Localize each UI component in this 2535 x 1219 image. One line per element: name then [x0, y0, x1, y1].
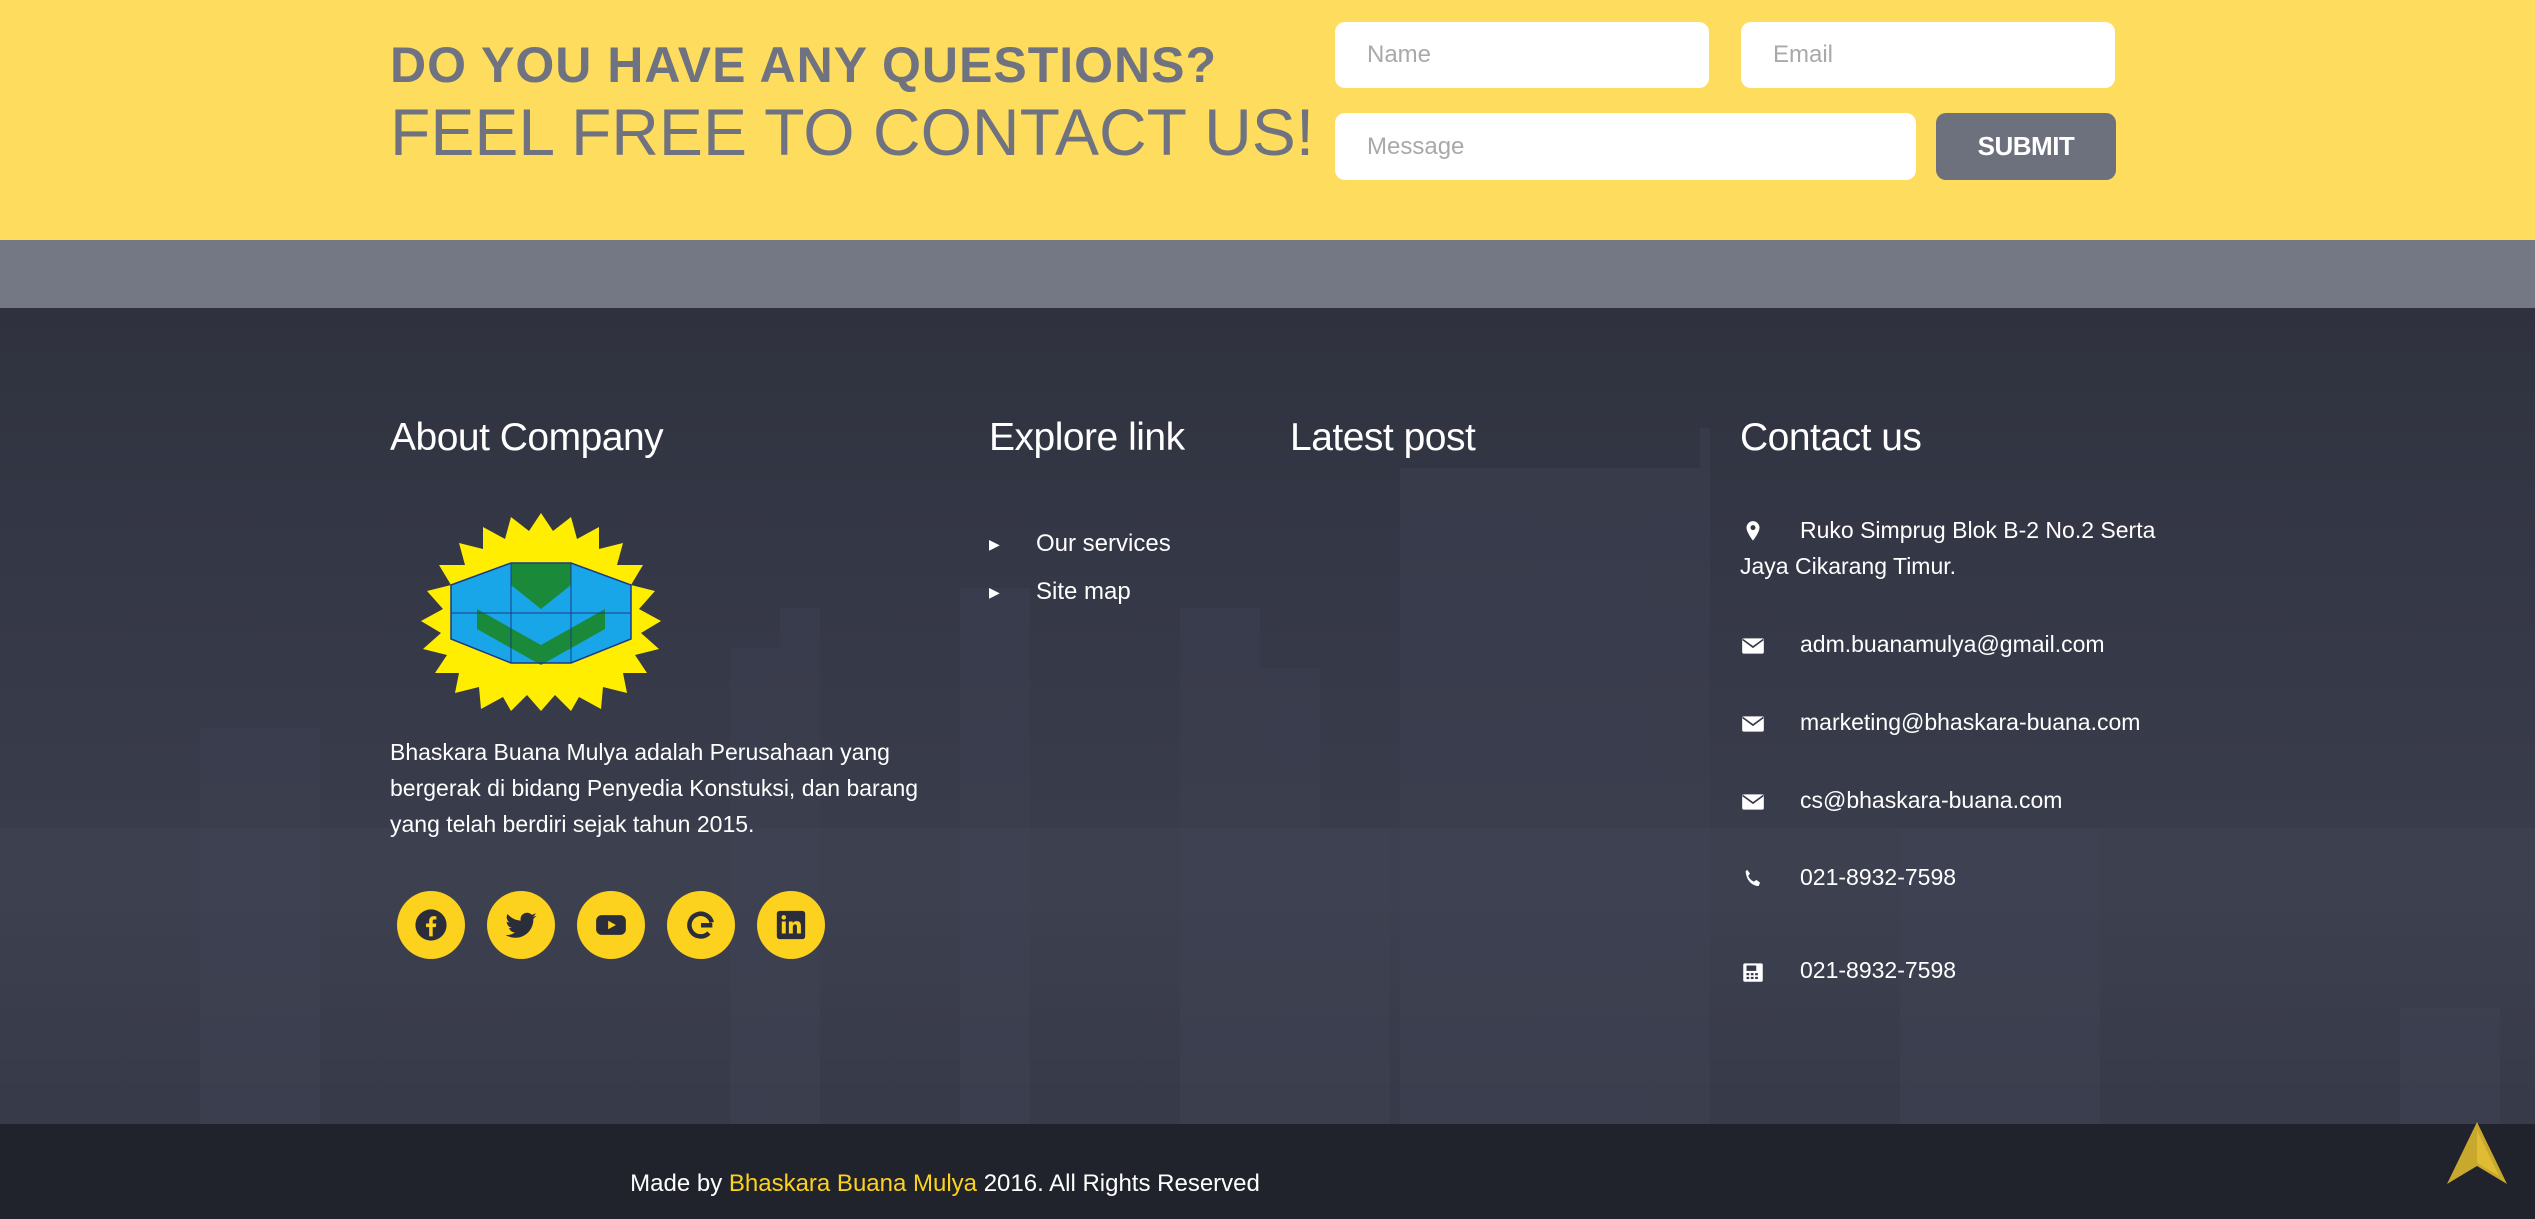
fax-icon — [1740, 952, 1800, 988]
copyright-bar: Made by Bhaskara Buana Mulya 2016. All R… — [0, 1124, 2535, 1219]
made-by-label: Made by — [630, 1170, 723, 1197]
about-description: Bhaskara Buana Mulya adalah Perusahaan y… — [390, 739, 919, 837]
questions-heading: DO YOU HAVE ANY QUESTIONS? — [390, 37, 1218, 93]
message-input[interactable] — [1335, 113, 1916, 180]
email-link[interactable]: marketing@bhaskara-buana.com — [1800, 709, 2140, 735]
fax-text: 021-8932-7598 — [1800, 957, 1957, 983]
contact-banner: DO YOU HAVE ANY QUESTIONS? FEEL FREE TO … — [0, 0, 2535, 240]
map-marker-icon — [1740, 512, 1800, 548]
linkedin-icon — [776, 910, 806, 940]
company-logo — [421, 513, 661, 711]
email-row: adm.buanamulya@gmail.com — [1740, 626, 2180, 662]
copyright-text: Made by Bhaskara Buana Mulya 2016. All R… — [0, 1170, 1890, 1198]
youtube-button[interactable] — [577, 891, 645, 959]
envelope-icon — [1740, 782, 1800, 818]
divider-strip — [0, 240, 2535, 308]
email-row: cs@bhaskara-buana.com — [1740, 782, 2180, 818]
google-button[interactable] — [667, 891, 735, 959]
scroll-to-top-arrow-icon[interactable] — [2447, 1122, 2507, 1184]
youtube-icon — [596, 915, 626, 935]
linkedin-button[interactable] — [757, 891, 825, 959]
about-company-title: About Company — [390, 416, 664, 459]
twitter-button[interactable] — [487, 891, 555, 959]
twitter-icon — [505, 912, 537, 938]
explore-links: ▶ Our services ▶ Site map — [989, 520, 1171, 616]
facebook-icon — [415, 909, 447, 941]
explore-link-item[interactable]: ▶ Our services — [989, 520, 1171, 568]
explore-link-item[interactable]: ▶ Site map — [989, 568, 1171, 616]
email-link[interactable]: adm.buanamulya@gmail.com — [1800, 631, 2105, 657]
social-links — [397, 891, 825, 959]
email-row: marketing@bhaskara-buana.com — [1740, 704, 2180, 740]
explore-link-label[interactable]: Site map — [1036, 578, 1131, 606]
fax-row: 021-8932-7598 — [1740, 952, 2180, 988]
triangle-right-icon: ▶ — [989, 535, 1000, 552]
triangle-right-icon: ▶ — [989, 583, 1000, 600]
name-input[interactable] — [1335, 22, 1709, 88]
address-row: Ruko Simprug Blok B-2 No.2 Serta Jaya Ci… — [1740, 512, 2180, 584]
google-icon — [687, 911, 714, 939]
envelope-icon — [1740, 704, 1800, 740]
latest-post-title: Latest post — [1290, 416, 1476, 459]
phone-text[interactable]: 021-8932-7598 — [1800, 864, 1956, 890]
rights-text: 2016. All Rights Reserved — [983, 1170, 1260, 1197]
submit-button[interactable]: SUBMIT — [1936, 113, 2116, 180]
explore-link-title: Explore link — [989, 416, 1185, 459]
address-text: Ruko Simprug Blok B-2 No.2 Serta Jaya Ci… — [1740, 517, 2156, 579]
contact-heading: FEEL FREE TO CONTACT US! — [390, 95, 1315, 169]
phone-icon — [1740, 859, 1800, 895]
email-link[interactable]: cs@bhaskara-buana.com — [1800, 787, 2062, 813]
facebook-button[interactable] — [397, 891, 465, 959]
phone-row: 021-8932-7598 — [1740, 859, 2180, 895]
envelope-icon — [1740, 626, 1800, 662]
email-input[interactable] — [1741, 22, 2115, 88]
footer: About Company Explore link Latest post C… — [0, 308, 2535, 1124]
brand-link[interactable]: Bhaskara Buana Mulya — [729, 1170, 977, 1197]
explore-link-label[interactable]: Our services — [1036, 530, 1171, 558]
contact-us-title: Contact us — [1740, 416, 1922, 459]
